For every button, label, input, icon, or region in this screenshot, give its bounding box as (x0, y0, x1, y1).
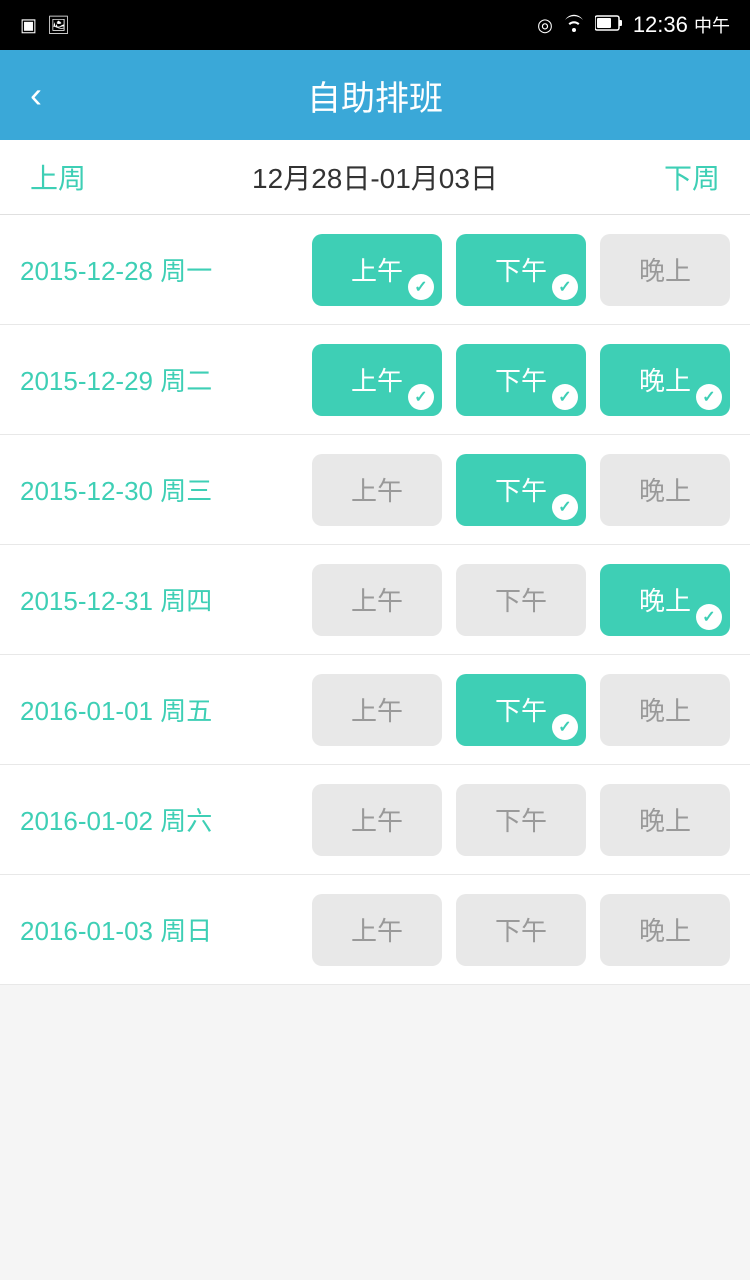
schedule-row: 2016-01-03 周日上午下午晚上 (0, 875, 750, 985)
row-slots: 上午✓下午✓晚上 (300, 234, 730, 306)
status-bar: ▣ 🖼 ◎ 12:36 中午 (0, 0, 750, 50)
check-icon: ✓ (552, 714, 578, 740)
row-date-label: 2015-12-29 周二 (20, 361, 300, 398)
slot-evening-button[interactable]: 晚上 (600, 784, 730, 856)
empty-area (0, 985, 750, 1265)
row-date-label: 2015-12-28 周一 (20, 251, 300, 288)
battery-icon (595, 15, 623, 36)
week-navigation: 上周 12月28日-01月03日 下周 (0, 140, 750, 215)
schedule-row: 2015-12-30 周三上午下午✓晚上 (0, 435, 750, 545)
status-left-icons: ▣ 🖼 (20, 15, 70, 36)
check-icon: ✓ (696, 604, 722, 630)
slot-afternoon-button[interactable]: 下午✓ (456, 344, 586, 416)
page-title: 自助排班 (307, 71, 443, 120)
prev-week-button[interactable]: 上周 (30, 157, 86, 197)
row-slots: 上午下午晚上 (300, 894, 730, 966)
week-date-range: 12月28日-01月03日 (252, 157, 498, 197)
row-date-label: 2015-12-30 周三 (20, 471, 300, 508)
row-slots: 上午下午晚上✓ (300, 564, 730, 636)
check-icon: ✓ (408, 274, 434, 300)
slot-afternoon-button[interactable]: 下午 (456, 894, 586, 966)
check-icon: ✓ (408, 384, 434, 410)
slot-evening-button[interactable]: 晚上✓ (600, 564, 730, 636)
slot-evening-button[interactable]: 晚上 (600, 894, 730, 966)
row-slots: 上午下午晚上 (300, 784, 730, 856)
slot-morning-button[interactable]: 上午✓ (312, 234, 442, 306)
schedule-row: 2015-12-31 周四上午下午晚上✓ (0, 545, 750, 655)
schedule-row: 2016-01-01 周五上午下午✓晚上 (0, 655, 750, 765)
wifi-icon (563, 14, 585, 37)
schedule-row: 2016-01-02 周六上午下午晚上 (0, 765, 750, 875)
row-date-label: 2015-12-31 周四 (20, 581, 300, 618)
slot-afternoon-button[interactable]: 下午✓ (456, 234, 586, 306)
back-button[interactable]: ‹ (20, 64, 52, 126)
slot-afternoon-button[interactable]: 下午✓ (456, 674, 586, 746)
slot-evening-button[interactable]: 晚上 (600, 454, 730, 526)
row-slots: 上午下午✓晚上 (300, 454, 730, 526)
row-slots: 上午下午✓晚上 (300, 674, 730, 746)
slot-morning-button[interactable]: 上午 (312, 454, 442, 526)
check-icon: ✓ (552, 384, 578, 410)
time-display: 12:36 中午 (633, 12, 730, 38)
slot-afternoon-button[interactable]: 下午✓ (456, 454, 586, 526)
slot-afternoon-button[interactable]: 下午 (456, 564, 586, 636)
sim-icon: ▣ (20, 15, 37, 36)
check-icon: ✓ (552, 494, 578, 520)
schedule-row: 2015-12-29 周二上午✓下午✓晚上✓ (0, 325, 750, 435)
slot-morning-button[interactable]: 上午✓ (312, 344, 442, 416)
row-date-label: 2016-01-02 周六 (20, 801, 300, 838)
slot-evening-button[interactable]: 晚上 (600, 234, 730, 306)
row-slots: 上午✓下午✓晚上✓ (300, 344, 730, 416)
slot-morning-button[interactable]: 上午 (312, 784, 442, 856)
location-icon: ◎ (537, 15, 553, 36)
slot-morning-button[interactable]: 上午 (312, 674, 442, 746)
row-date-label: 2016-01-03 周日 (20, 911, 300, 948)
schedule-row: 2015-12-28 周一上午✓下午✓晚上 (0, 215, 750, 325)
schedule-list: 2015-12-28 周一上午✓下午✓晚上2015-12-29 周二上午✓下午✓… (0, 215, 750, 985)
slot-evening-button[interactable]: 晚上✓ (600, 344, 730, 416)
next-week-button[interactable]: 下周 (664, 157, 720, 197)
row-date-label: 2016-01-01 周五 (20, 691, 300, 728)
image-icon: 🖼 (47, 15, 70, 36)
check-icon: ✓ (552, 274, 578, 300)
check-icon: ✓ (696, 384, 722, 410)
slot-evening-button[interactable]: 晚上 (600, 674, 730, 746)
app-header: ‹ 自助排班 (0, 50, 750, 140)
slot-morning-button[interactable]: 上午 (312, 894, 442, 966)
status-right-icons: ◎ 12:36 中午 (537, 12, 730, 38)
slot-afternoon-button[interactable]: 下午 (456, 784, 586, 856)
slot-morning-button[interactable]: 上午 (312, 564, 442, 636)
